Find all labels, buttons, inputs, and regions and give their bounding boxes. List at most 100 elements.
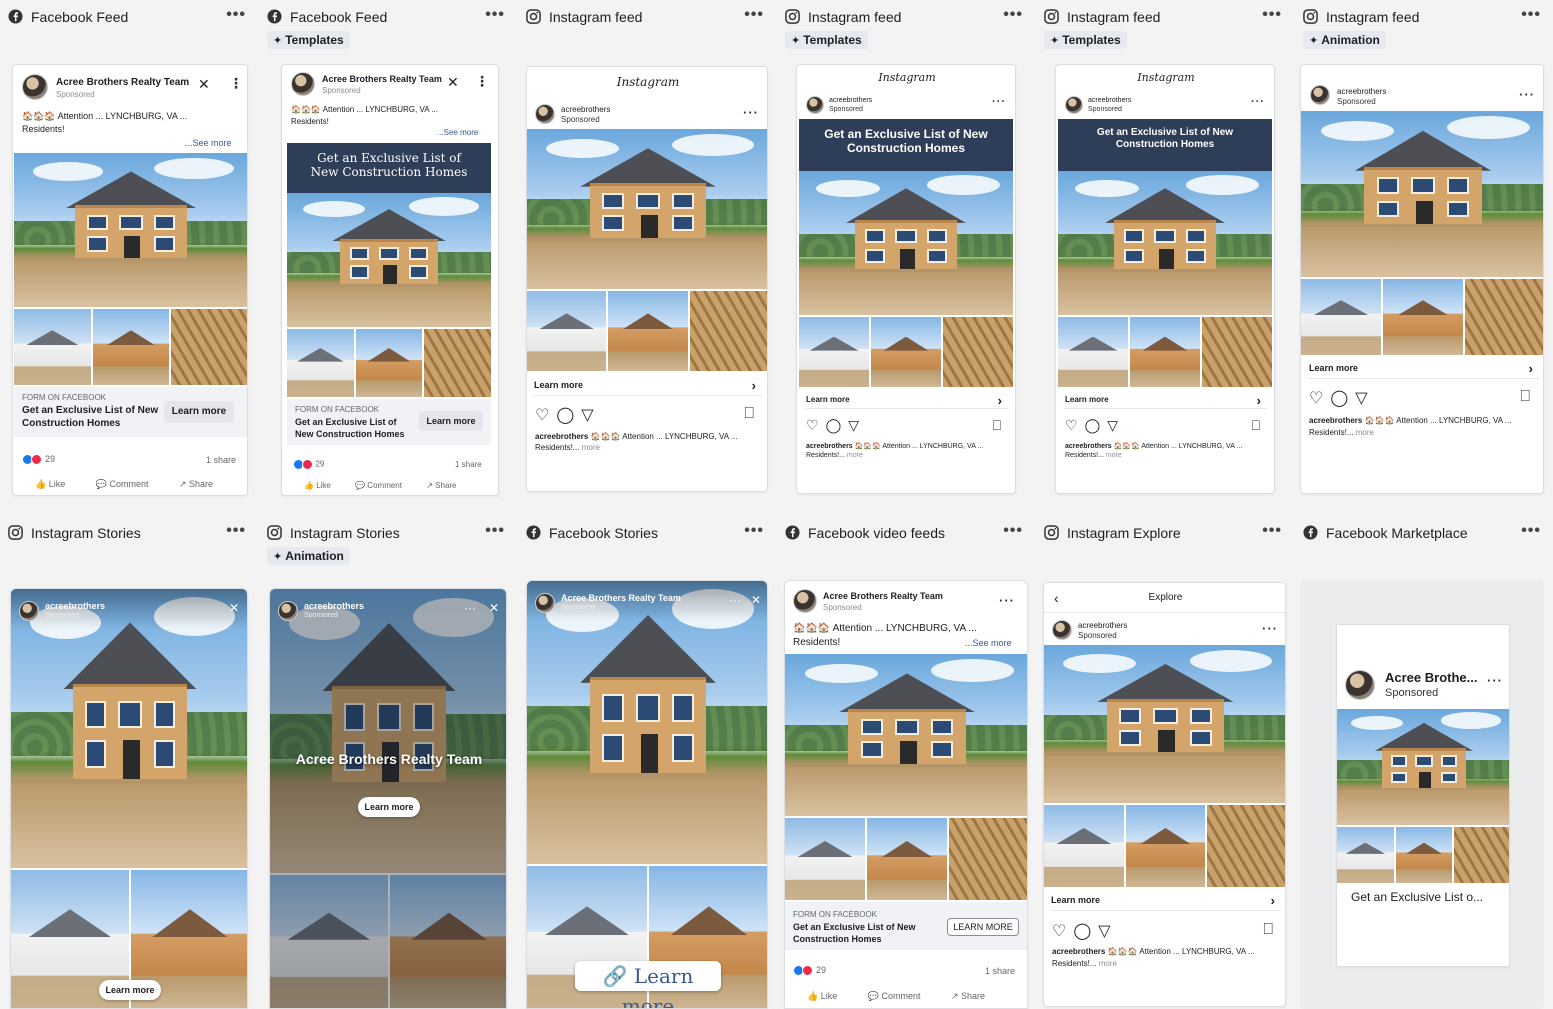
comment-icon[interactable]: ◯ [826, 417, 842, 433]
comment-icon[interactable]: ◯ [1073, 923, 1091, 940]
more-icon[interactable]: ··· [992, 96, 1006, 108]
send-icon[interactable]: ▽ [581, 407, 593, 424]
preview-facebook-stories[interactable]: Acree Brothers Realty Team Sponsored ···… [526, 580, 768, 1009]
learn-more-button[interactable]: Learn more [99, 980, 161, 1000]
send-icon[interactable]: ▽ [848, 417, 859, 433]
comment-icon[interactable]: ◯ [1085, 417, 1101, 433]
learn-more-row[interactable]: Learn more › [1065, 393, 1267, 409]
caption-more[interactable]: more [1099, 959, 1117, 968]
placement-tag[interactable]: ✦ Animation [1303, 31, 1386, 49]
preview-facebook-feed-templates[interactable]: Acree Brothers Realty Team Sponsored ✕ ⋮… [281, 64, 499, 496]
house-graphic-cloud [931, 658, 1015, 682]
learn-more-button[interactable]: Learn more [164, 401, 234, 423]
preview-instagram-explore[interactable]: ‹ Explore acreebrothers Sponsored ··· Le… [1043, 582, 1286, 1007]
bookmark-icon[interactable]: ⎕ [993, 417, 1001, 434]
comment-button[interactable]: 💬 Comment [355, 481, 402, 490]
placement-tag[interactable]: ✦ Templates [267, 31, 350, 49]
placement-tag[interactable]: ✦ Animation [267, 547, 350, 565]
like-button[interactable]: 👍 Like [35, 479, 65, 490]
more-vertical-icon[interactable]: ⋮ [229, 75, 243, 92]
more-options-icon[interactable]: ••• [1003, 522, 1023, 540]
more-options-icon[interactable]: ••• [1003, 6, 1023, 24]
preview-instagram-feed-templates[interactable]: Instagram acreebrothers Sponsored ··· Ge… [796, 64, 1016, 494]
send-icon[interactable]: ▽ [1107, 417, 1118, 433]
heart-icon[interactable]: ♡ [1052, 923, 1066, 940]
more-vertical-icon[interactable]: ⋮ [475, 73, 489, 90]
preview-facebook-marketplace[interactable]: Acree Brothe... Sponsored ··· Get an Exc… [1336, 624, 1510, 967]
placement-tag[interactable]: ✦ Templates [785, 31, 868, 49]
ig-handle: acreebrothers [1088, 97, 1132, 104]
preview-facebook-feed[interactable]: Acree Brothers Realty Team Sponsored ✕ ⋮… [12, 64, 248, 496]
more-options-icon[interactable]: ••• [226, 6, 246, 24]
close-icon[interactable]: ✕ [751, 593, 761, 607]
bookmark-icon[interactable]: ⎕ [744, 405, 754, 423]
share-button[interactable]: ↗ Share [426, 481, 456, 490]
preview-instagram-feed-templates-2[interactable]: Instagram acreebrothers Sponsored ··· Ge… [1055, 64, 1275, 494]
caption-text-2: Residents!... [1065, 452, 1104, 459]
send-icon[interactable]: ▽ [1098, 923, 1110, 940]
more-options-icon[interactable]: ••• [1521, 6, 1541, 24]
placement-tag-label: Templates [1062, 33, 1121, 47]
comment-icon[interactable]: ◯ [1330, 390, 1348, 407]
house-graphic-win [672, 193, 694, 209]
more-options-icon[interactable]: ••• [226, 522, 246, 540]
more-options-icon[interactable]: ••• [485, 522, 505, 540]
more-icon[interactable]: ··· [1519, 87, 1535, 102]
more-options-icon[interactable]: ••• [1262, 6, 1282, 24]
more-options-icon[interactable]: ••• [485, 6, 505, 24]
caption-more[interactable]: more [847, 452, 863, 459]
more-icon[interactable]: ··· [1251, 96, 1265, 108]
bookmark-icon[interactable]: ⎕ [1263, 921, 1273, 939]
more-options-icon[interactable]: ••• [744, 6, 764, 24]
like-button[interactable]: 👍 Like [807, 991, 837, 1002]
preview-instagram-stories-animation[interactable]: acreebrothers Sponsored ··· ✕ Acree Brot… [269, 588, 507, 1009]
close-icon[interactable]: ✕ [198, 76, 210, 93]
placement-tag[interactable]: ✦ Templates [1044, 31, 1127, 49]
comment-button[interactable]: 💬 Comment [96, 479, 149, 490]
send-icon[interactable]: ▽ [1355, 390, 1367, 407]
learn-more-row[interactable]: Learn more › [1309, 361, 1539, 379]
more-icon[interactable]: ··· [1487, 673, 1503, 688]
bookmark-icon[interactable]: ⎕ [1520, 388, 1530, 406]
learn-more-button[interactable]: LEARN MORE [947, 918, 1019, 936]
comment-button[interactable]: 💬 Comment [868, 991, 921, 1002]
more-icon[interactable]: ··· [999, 593, 1015, 608]
comment-icon[interactable]: ◯ [556, 407, 574, 424]
learn-more-button[interactable]: Learn more [358, 797, 420, 817]
close-icon[interactable]: ✕ [447, 74, 459, 91]
like-button[interactable]: 👍 Like [304, 481, 331, 490]
caption-more[interactable]: more [582, 443, 600, 452]
heart-icon[interactable]: ♡ [1065, 417, 1078, 433]
heart-icon[interactable]: ♡ [535, 407, 549, 424]
more-options-icon[interactable]: ••• [1262, 522, 1282, 540]
learn-more-button[interactable]: 🔗 Learn more [575, 961, 721, 1008]
heart-icon[interactable]: ♡ [806, 417, 819, 433]
caption-more[interactable]: more [1106, 452, 1122, 459]
caption-more[interactable]: more [1356, 428, 1374, 437]
close-icon[interactable]: ✕ [229, 601, 239, 615]
more-options-icon[interactable]: ••• [744, 522, 764, 540]
more-icon[interactable]: ··· [743, 105, 759, 120]
preview-instagram-feed[interactable]: Instagram acreebrothers Sponsored ··· Le… [526, 66, 768, 492]
close-icon[interactable]: ✕ [489, 601, 499, 615]
preview-instagram-stories[interactable]: acreebrothers Sponsored ✕ Learn more [10, 588, 248, 1009]
preview-instagram-feed-animation[interactable]: acreebrothers Sponsored ··· Learn more › … [1300, 64, 1544, 494]
more-icon[interactable]: ··· [1262, 621, 1278, 636]
more-icon[interactable]: ··· [729, 593, 741, 607]
more-icon[interactable]: ··· [464, 601, 476, 615]
share-button[interactable]: ↗ Share [951, 991, 985, 1002]
learn-more-button[interactable]: Learn more [419, 411, 483, 431]
share-button[interactable]: ↗ Share [179, 479, 213, 490]
preview-facebook-video-feeds[interactable]: Acree Brothers Realty Team Sponsored ···… [784, 580, 1028, 1009]
chevron-left-icon[interactable]: ‹ [1054, 583, 1059, 613]
see-more-link[interactable]: ...See more [185, 138, 232, 148]
house-graphic-cloud [32, 162, 103, 181]
more-options-icon[interactable]: ••• [1521, 522, 1541, 540]
heart-icon[interactable]: ♡ [1309, 390, 1323, 407]
learn-more-row[interactable]: Learn more › [806, 393, 1008, 409]
see-more-link[interactable]: ...See more [437, 128, 478, 137]
learn-more-row[interactable]: Learn more › [1051, 893, 1281, 911]
bookmark-icon[interactable]: ⎕ [1252, 417, 1260, 434]
learn-more-row[interactable]: Learn more › [534, 378, 762, 396]
see-more-link[interactable]: ...See more [965, 638, 1012, 648]
